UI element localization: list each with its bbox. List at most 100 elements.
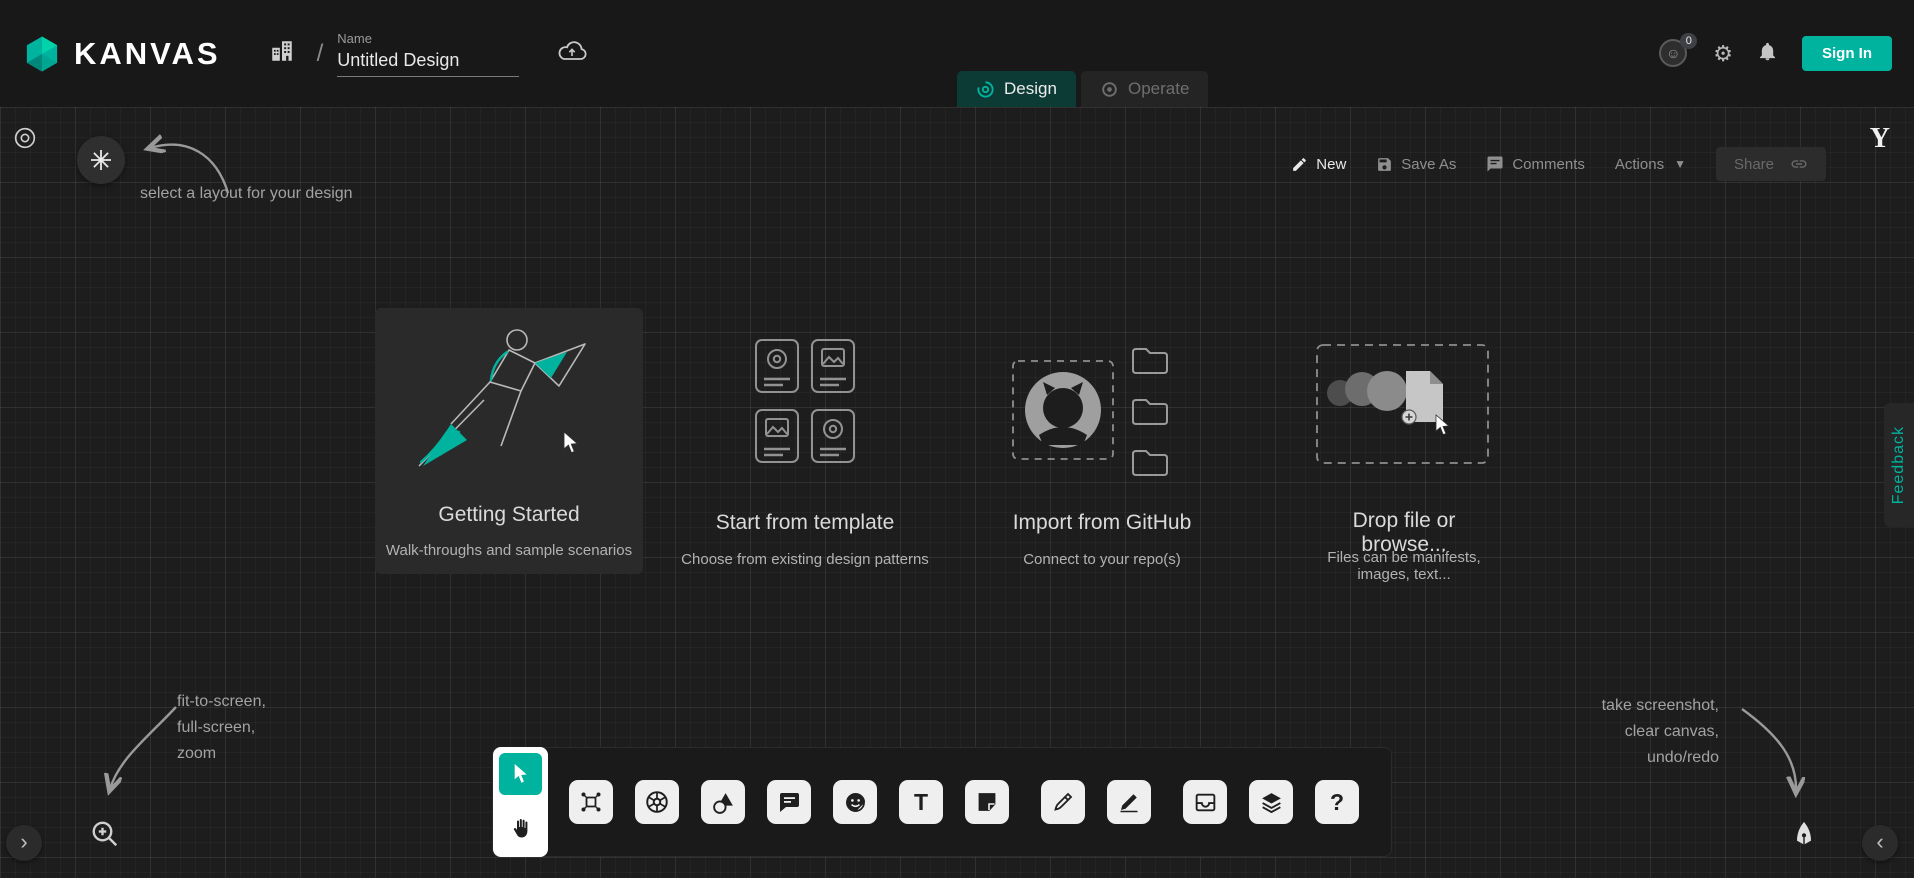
notification-count-badge: 0	[1680, 33, 1697, 49]
logo-text: KANVAS	[74, 36, 221, 72]
card-title: Start from template	[672, 511, 938, 535]
y-logo: Y	[1870, 123, 1890, 155]
layout-select-button[interactable]	[77, 136, 125, 184]
drawer-tool[interactable]	[1183, 780, 1227, 824]
save-as-button[interactable]: Save As	[1376, 156, 1456, 173]
cursor-pointer-icon	[561, 432, 581, 454]
hint-line: fit-to-screen,	[177, 689, 266, 715]
collapse-right-panel-button[interactable]: ‹	[1862, 825, 1898, 861]
magnifier-zoom-icon	[90, 819, 120, 849]
feedback-label: Feedback	[1890, 426, 1908, 504]
actions-label: Actions	[1615, 156, 1664, 173]
name-label: Name	[337, 31, 519, 46]
card-subtitle: Choose from existing design patterns	[672, 551, 938, 568]
new-button[interactable]: New	[1291, 156, 1346, 173]
pan-tool[interactable]	[493, 801, 548, 857]
expand-left-panel-button[interactable]: ›	[6, 825, 42, 861]
pencil-icon	[1117, 790, 1141, 814]
save-icon	[1376, 156, 1393, 173]
operate-tab-label: Operate	[1128, 79, 1189, 99]
top-bar: KANVAS / Name Design Operate	[0, 0, 1914, 107]
comments-icon	[1486, 155, 1504, 173]
tab-design[interactable]: Design	[957, 71, 1076, 107]
comments-button[interactable]: Comments	[1486, 155, 1585, 173]
card-getting-started[interactable]: Getting Started Walk-throughs and sample…	[375, 308, 643, 574]
text-tool[interactable]: T	[899, 780, 943, 824]
share-label: Share	[1734, 156, 1774, 173]
design-name-field: Name	[337, 31, 519, 77]
share-button[interactable]: Share	[1716, 147, 1826, 181]
media-tool[interactable]	[833, 780, 877, 824]
operate-tab-icon	[1100, 80, 1119, 99]
help-button[interactable]: ?	[1315, 780, 1359, 824]
kanvas-logo-icon	[22, 34, 62, 74]
layers-icon	[1259, 790, 1284, 815]
design-name-input[interactable]	[337, 48, 519, 77]
pen-icon	[1051, 790, 1075, 814]
card-start-from-template[interactable]: Start from template Choose from existing…	[672, 339, 938, 569]
canvas-toolbar: New Save As Comments Actions ▼ Share	[1291, 147, 1826, 181]
notifications-bell-icon[interactable]	[1757, 40, 1778, 68]
card-import-from-github[interactable]: Import from GitHub Connect to your repo(…	[987, 339, 1217, 569]
bottom-right-hint: take screenshot, clear canvas, undo/redo	[1602, 693, 1719, 771]
zoom-button[interactable]	[86, 815, 124, 853]
card-subtitle: Connect to your repo(s)	[987, 551, 1217, 568]
drawer-icon	[1193, 790, 1218, 815]
meshery-spinner-icon	[12, 125, 38, 156]
folder-icons	[1133, 349, 1167, 475]
question-mark-icon: ?	[1330, 789, 1344, 816]
breadcrumb-separator: /	[317, 40, 324, 68]
hint-line: take screenshot,	[1602, 693, 1719, 719]
getting-started-illustration	[389, 314, 629, 489]
components-tool[interactable]	[569, 780, 613, 824]
hint-line: undo/redo	[1602, 745, 1719, 771]
settings-gear-icon[interactable]: ⚙	[1713, 43, 1733, 65]
design-tab-icon	[976, 80, 995, 99]
screenshot-tools-button[interactable]	[1784, 813, 1824, 853]
tool-dock: T	[492, 747, 1392, 857]
organization-icon[interactable]	[269, 38, 295, 69]
bottom-left-hint: fit-to-screen, full-screen, zoom	[177, 689, 266, 767]
card-title: Import from GitHub	[987, 511, 1217, 535]
hint-line: zoom	[177, 741, 266, 767]
card-subtitle: Walk-throughs and sample scenarios	[375, 542, 643, 559]
select-tool[interactable]	[499, 753, 542, 795]
tab-operate[interactable]: Operate	[1081, 71, 1208, 107]
feedback-tab[interactable]: Feedback	[1884, 403, 1914, 527]
kubernetes-tool[interactable]	[635, 780, 679, 824]
kanvas-logo: KANVAS	[22, 34, 221, 74]
hint-line: clear canvas,	[1602, 719, 1719, 745]
sign-in-button[interactable]: Sign In	[1802, 36, 1892, 71]
chevron-down-icon: ▼	[1674, 157, 1686, 171]
text-icon: T	[914, 789, 928, 816]
select-cursor-icon	[512, 764, 530, 784]
shapes-tool[interactable]	[701, 780, 745, 824]
drop-file-icon	[1314, 337, 1494, 477]
comments-label: Comments	[1512, 156, 1585, 173]
comment-tool[interactable]	[767, 780, 811, 824]
sticker-smiley-icon	[843, 790, 868, 815]
save-as-label: Save As	[1401, 156, 1456, 173]
design-canvas[interactable]: Y select a layout for your design New Sa…	[0, 107, 1914, 878]
link-icon	[1790, 155, 1808, 173]
pointer-tool-column	[493, 747, 548, 857]
component-icon	[579, 790, 603, 814]
actions-dropdown[interactable]: Actions ▼	[1615, 156, 1686, 173]
sticky-note-icon	[975, 790, 999, 814]
hand-icon	[509, 817, 533, 841]
pen-tool[interactable]	[1041, 780, 1085, 824]
pencil-tool[interactable]	[1107, 780, 1151, 824]
note-tool[interactable]	[965, 780, 1009, 824]
layout-hint-text: select a layout for your design	[140, 185, 353, 203]
pen-nib-icon	[1790, 819, 1818, 847]
comment-icon	[777, 790, 801, 814]
user-avatar[interactable]: ☺ 0	[1659, 39, 1689, 69]
shapes-icon	[711, 790, 736, 815]
cloud-save-icon[interactable]	[557, 40, 587, 67]
card-title: Getting Started	[375, 503, 643, 527]
snowflake-icon	[89, 148, 113, 172]
card-drop-file[interactable]: Drop file or browse... Files can be mani…	[1314, 337, 1494, 569]
new-label: New	[1316, 156, 1346, 173]
layers-tool[interactable]	[1249, 780, 1293, 824]
card-subtitle: Files can be manifests, images, text...	[1314, 549, 1494, 583]
